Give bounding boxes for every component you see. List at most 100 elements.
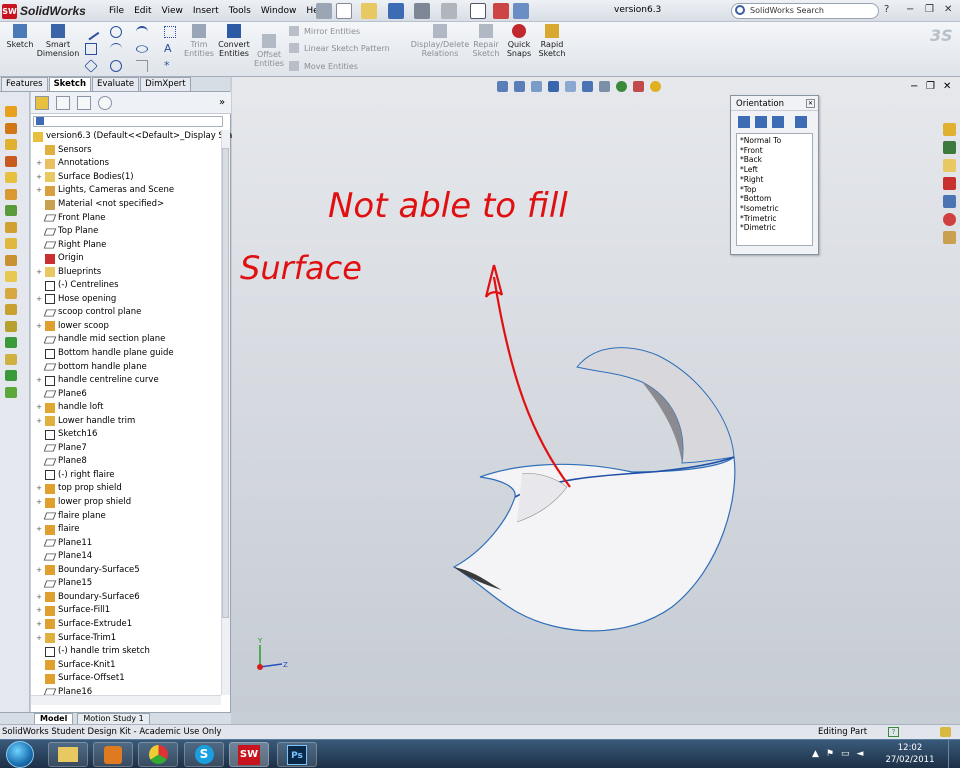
- tab-evaluate[interactable]: Evaluate: [92, 77, 140, 91]
- offset-entities-button[interactable]: Offset Entities: [254, 34, 284, 68]
- view-trimetric[interactable]: *Trimetric: [740, 214, 809, 224]
- feature-tool-icon[interactable]: [5, 337, 17, 348]
- toolbox-icon[interactable]: [943, 231, 956, 244]
- menu-edit[interactable]: Edit: [129, 4, 156, 18]
- tree-item[interactable]: + handle centreline curve: [31, 374, 221, 388]
- menu-view[interactable]: View: [157, 4, 188, 18]
- tree-filter-input[interactable]: [33, 116, 223, 127]
- feature-tool-icon[interactable]: [5, 320, 17, 332]
- tree-item[interactable]: + Surface-Extrude1: [31, 618, 221, 632]
- ellipse-tool-icon[interactable]: [133, 44, 151, 54]
- configuration-manager-icon[interactable]: [77, 96, 91, 110]
- appearances-icon[interactable]: [943, 195, 956, 208]
- tree-item[interactable]: Sketch16: [31, 428, 221, 442]
- tab-model[interactable]: Model: [34, 712, 74, 725]
- tree-item[interactable]: + top prop shield: [31, 482, 221, 496]
- tree-item[interactable]: + Surface-Fill1: [31, 604, 221, 618]
- scene-icon[interactable]: [633, 81, 644, 92]
- mirror-entities-button[interactable]: Mirror Entities: [304, 27, 360, 36]
- rapid-sketch-button[interactable]: Rapid Sketch: [537, 24, 567, 58]
- action-center-flag-icon[interactable]: ⚑: [826, 749, 834, 759]
- tree-item[interactable]: scoop control plane: [31, 306, 221, 320]
- view-front[interactable]: *Front: [740, 146, 809, 156]
- help-icon[interactable]: ?: [884, 4, 889, 15]
- expand-toggle-icon[interactable]: +: [35, 604, 43, 617]
- tree-item[interactable]: handle mid section plane: [31, 333, 221, 347]
- tree-item[interactable]: (-) right flaire: [31, 469, 221, 483]
- tab-motion-study[interactable]: Motion Study 1: [77, 712, 150, 725]
- view-palette-icon[interactable]: [943, 177, 956, 190]
- menu-tools[interactable]: Tools: [224, 4, 256, 18]
- tree-item[interactable]: Plane11: [31, 536, 221, 550]
- graphics-area[interactable]: Y Z Not able to fill Surface − ❐ ✕: [232, 77, 960, 712]
- explorer-taskbar-button[interactable]: [48, 742, 88, 767]
- tree-item[interactable]: Plane8: [31, 455, 221, 469]
- tree-item[interactable]: + Surface Bodies(1): [31, 171, 221, 185]
- viewport-restore-icon[interactable]: ❐: [926, 81, 935, 92]
- tree-item[interactable]: + Blueprints: [31, 265, 221, 279]
- tree-root[interactable]: version6.3 (Default<<Default>_Display St…: [31, 130, 232, 144]
- expand-toggle-icon[interactable]: +: [35, 171, 43, 184]
- viewport-minimize-icon[interactable]: −: [910, 81, 918, 92]
- save-icon[interactable]: [388, 3, 404, 19]
- slot-tool-icon[interactable]: [84, 59, 98, 73]
- print-icon[interactable]: [414, 3, 430, 19]
- tree-scroll-thumb[interactable]: [222, 148, 229, 618]
- tree-item[interactable]: + lower prop shield: [31, 496, 221, 510]
- start-button[interactable]: [6, 741, 34, 768]
- quick-snaps-button[interactable]: Quick Snaps: [505, 24, 533, 58]
- options-icon[interactable]: [513, 3, 529, 19]
- tab-sketch[interactable]: Sketch: [48, 77, 92, 91]
- display-style-icon[interactable]: [582, 81, 593, 92]
- feature-tool-icon[interactable]: [5, 353, 17, 365]
- tree-item[interactable]: bottom handle plane: [31, 360, 221, 374]
- tree-item[interactable]: flaire plane: [31, 509, 221, 523]
- expand-toggle-icon[interactable]: +: [35, 184, 43, 197]
- tree-item[interactable]: + Boundary-Surface5: [31, 564, 221, 578]
- expand-toggle-icon[interactable]: +: [35, 618, 43, 631]
- sketch-button[interactable]: Sketch: [6, 24, 34, 49]
- section-view-icon[interactable]: [548, 81, 559, 92]
- expand-toggle-icon[interactable]: +: [35, 415, 43, 428]
- taskbar-clock[interactable]: 12:02 27/02/2011: [880, 742, 940, 766]
- home-icon[interactable]: [943, 123, 956, 136]
- feature-tool-icon[interactable]: [5, 254, 17, 266]
- line-tool-icon[interactable]: [82, 23, 100, 41]
- point-tool-icon[interactable]: [164, 26, 176, 38]
- tree-item[interactable]: Surface-Knit1: [31, 658, 221, 672]
- expand-toggle-icon[interactable]: +: [35, 374, 43, 387]
- volume-icon[interactable]: ◄: [857, 749, 864, 759]
- rebuild-icon[interactable]: [493, 3, 509, 19]
- dimxpert-manager-icon[interactable]: [98, 96, 112, 110]
- select-arrow-icon[interactable]: [470, 3, 486, 19]
- expand-toggle-icon[interactable]: +: [35, 591, 43, 604]
- tab-features[interactable]: Features: [1, 77, 48, 91]
- open-folder-icon[interactable]: [361, 3, 377, 19]
- help-icon[interactable]: ?: [888, 727, 899, 737]
- move-entities-button[interactable]: Move Entities: [304, 62, 358, 71]
- centerpoint-tool-icon[interactable]: *: [164, 60, 176, 72]
- show-hidden-icons-icon[interactable]: ▲: [812, 749, 819, 759]
- tree-item[interactable]: Plane14: [31, 550, 221, 564]
- restore-icon[interactable]: ❐: [925, 4, 934, 15]
- appearance-icon[interactable]: [616, 81, 627, 92]
- media-player-taskbar-button[interactable]: [93, 742, 133, 767]
- feature-tool-icon[interactable]: [5, 205, 17, 216]
- expand-panel-icon[interactable]: »: [219, 97, 225, 108]
- solidworks-logo[interactable]: SW SolidWorks: [2, 2, 98, 20]
- feature-tool-icon[interactable]: [5, 106, 17, 117]
- previous-view-icon[interactable]: [531, 81, 542, 92]
- expand-toggle-icon[interactable]: +: [35, 564, 43, 577]
- view-dimetric[interactable]: *Dimetric: [740, 223, 809, 233]
- tree-item[interactable]: Right Plane: [31, 238, 221, 252]
- feature-tool-icon[interactable]: [5, 271, 17, 282]
- tree-item[interactable]: Plane6: [31, 387, 221, 401]
- view-left[interactable]: *Left: [740, 165, 809, 175]
- tree-item[interactable]: + Lower handle trim: [31, 414, 221, 428]
- update-view-icon[interactable]: [755, 116, 767, 128]
- property-manager-icon[interactable]: [56, 96, 70, 110]
- menu-insert[interactable]: Insert: [188, 4, 224, 18]
- zoom-area-icon[interactable]: [514, 81, 525, 92]
- tree-item[interactable]: Surface-Offset1: [31, 672, 221, 686]
- feature-tool-icon[interactable]: [5, 172, 17, 183]
